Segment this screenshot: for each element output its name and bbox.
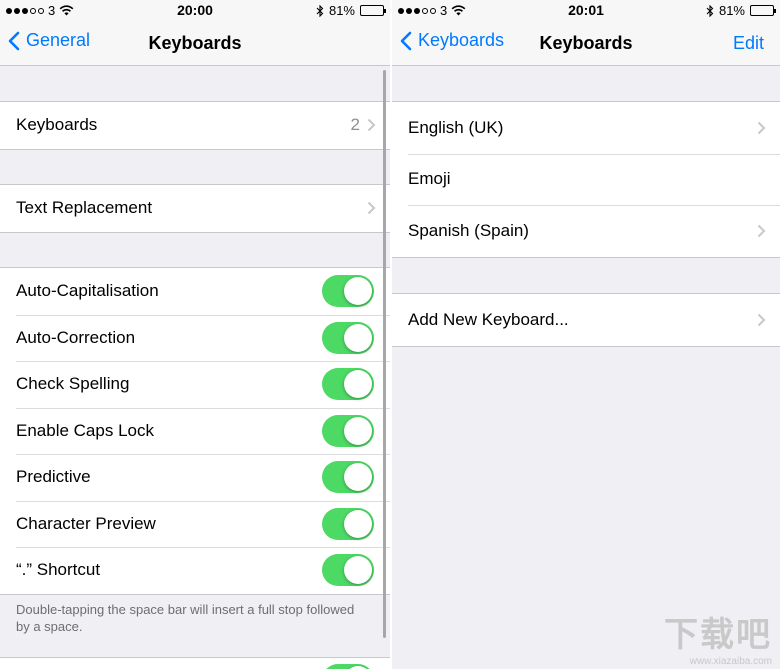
battery-percent: 81% bbox=[718, 3, 745, 18]
keyboard-label: English (UK) bbox=[408, 117, 504, 137]
add-keyboard-group: Add New Keyboard... bbox=[392, 293, 780, 347]
keyboards-list-screen: 3 20:01 81% Keyboards Keyboards Edit Eng… bbox=[392, 0, 780, 669]
switch-knob bbox=[344, 509, 372, 538]
toggle-row-predictive: Predictive bbox=[0, 454, 390, 501]
chevron-right-icon bbox=[757, 313, 766, 326]
toggle-row-enable-caps-lock: Enable Caps Lock bbox=[0, 407, 390, 455]
toggle-label: Enable Caps Lock bbox=[16, 420, 154, 440]
toggle-label: Predictive bbox=[16, 467, 91, 487]
add-new-keyboard-label: Add New Keyboard... bbox=[408, 309, 569, 329]
switch-knob bbox=[344, 370, 372, 399]
navigation-bar: General Keyboards bbox=[0, 20, 390, 66]
chevron-right-icon bbox=[757, 121, 766, 134]
check-spelling-switch[interactable] bbox=[322, 368, 374, 401]
installed-keyboards-group: English (UK) Emoji Spanish (Spain) bbox=[392, 101, 780, 258]
auto-capitalisation-switch[interactable] bbox=[322, 275, 374, 308]
toggle-row-character-preview: Character Preview bbox=[0, 500, 390, 548]
switch-knob bbox=[344, 277, 372, 306]
keyboards-settings-screen: 3 20:00 81% General Keyboards Keyboards … bbox=[0, 0, 390, 669]
toggle-row-full-stop-shortcut: “.” Shortcut bbox=[0, 547, 390, 594]
battery-icon bbox=[360, 5, 386, 16]
auto-correction-switch[interactable] bbox=[322, 321, 374, 354]
scroll-indicator[interactable] bbox=[383, 70, 386, 638]
add-new-keyboard-row[interactable]: Add New Keyboard... bbox=[392, 294, 780, 346]
watermark-brand: 下载吧 bbox=[664, 616, 772, 654]
status-bar: 3 20:01 81% bbox=[392, 0, 780, 20]
full-stop-shortcut-switch[interactable] bbox=[322, 554, 374, 587]
text-replacement-row[interactable]: Text Replacement bbox=[0, 185, 390, 232]
switch-knob bbox=[344, 323, 372, 352]
keyboards-row-label: Keyboards bbox=[16, 115, 98, 135]
page-title: Keyboards bbox=[539, 33, 633, 53]
keyboards-count: 2 bbox=[350, 115, 360, 135]
predictive-switch[interactable] bbox=[322, 461, 374, 494]
status-right: 81% bbox=[706, 3, 776, 18]
switch-knob bbox=[344, 463, 372, 492]
bluetooth-icon bbox=[316, 4, 324, 17]
keyboards-group: Keyboards 2 bbox=[0, 101, 390, 150]
keyboards-row[interactable]: Keyboards 2 bbox=[0, 102, 390, 149]
text-replacement-group: Text Replacement bbox=[0, 184, 390, 233]
keyboard-label: Spanish (Spain) bbox=[408, 220, 529, 240]
next-group-partial bbox=[0, 657, 390, 669]
toggle-label: Check Spelling bbox=[16, 374, 130, 394]
typing-options-group: Auto-Capitalisation Auto-Correction Chec… bbox=[0, 267, 390, 595]
toggle-label: Auto-Correction bbox=[16, 327, 136, 347]
page-title: Keyboards bbox=[148, 33, 242, 53]
watermark-url: www.xiazaiba.com bbox=[689, 656, 772, 667]
watermark: 下载吧 www.xiazaiba.com bbox=[664, 607, 772, 667]
toggle-label: Character Preview bbox=[16, 513, 156, 533]
switch-knob bbox=[344, 556, 372, 585]
chevron-right-icon bbox=[367, 202, 376, 215]
toggle-row-auto-correction: Auto-Correction bbox=[0, 314, 390, 362]
keyboard-row-english-uk[interactable]: English (UK) bbox=[392, 102, 780, 154]
keyboard-row-spanish-spain[interactable]: Spanish (Spain) bbox=[392, 205, 780, 257]
switch-knob bbox=[344, 416, 372, 445]
battery-icon bbox=[750, 5, 776, 16]
navigation-bar: Keyboards Keyboards Edit bbox=[392, 20, 780, 66]
chevron-right-icon bbox=[367, 119, 376, 132]
chevron-right-icon bbox=[757, 224, 766, 237]
toggle-label: “.” Shortcut bbox=[16, 560, 101, 580]
edit-button[interactable]: Edit bbox=[733, 33, 764, 54]
toggle-label: Auto-Capitalisation bbox=[16, 281, 159, 301]
toggle-row-check-spelling: Check Spelling bbox=[0, 361, 390, 408]
status-right: 81% bbox=[316, 3, 386, 18]
text-replacement-label: Text Replacement bbox=[16, 198, 153, 218]
enable-caps-lock-switch[interactable] bbox=[322, 414, 374, 447]
bluetooth-icon bbox=[706, 4, 714, 17]
keyboard-row-emoji[interactable]: Emoji bbox=[392, 153, 780, 206]
keyboard-label: Emoji bbox=[408, 169, 451, 189]
partial-switch[interactable] bbox=[322, 664, 374, 669]
toggle-row-auto-capitalisation: Auto-Capitalisation bbox=[0, 268, 390, 315]
status-bar: 3 20:00 81% bbox=[0, 0, 390, 20]
shortcut-footer-note: Double-tapping the space bar will insert… bbox=[16, 602, 355, 634]
battery-percent: 81% bbox=[328, 3, 355, 18]
character-preview-switch[interactable] bbox=[322, 507, 374, 540]
